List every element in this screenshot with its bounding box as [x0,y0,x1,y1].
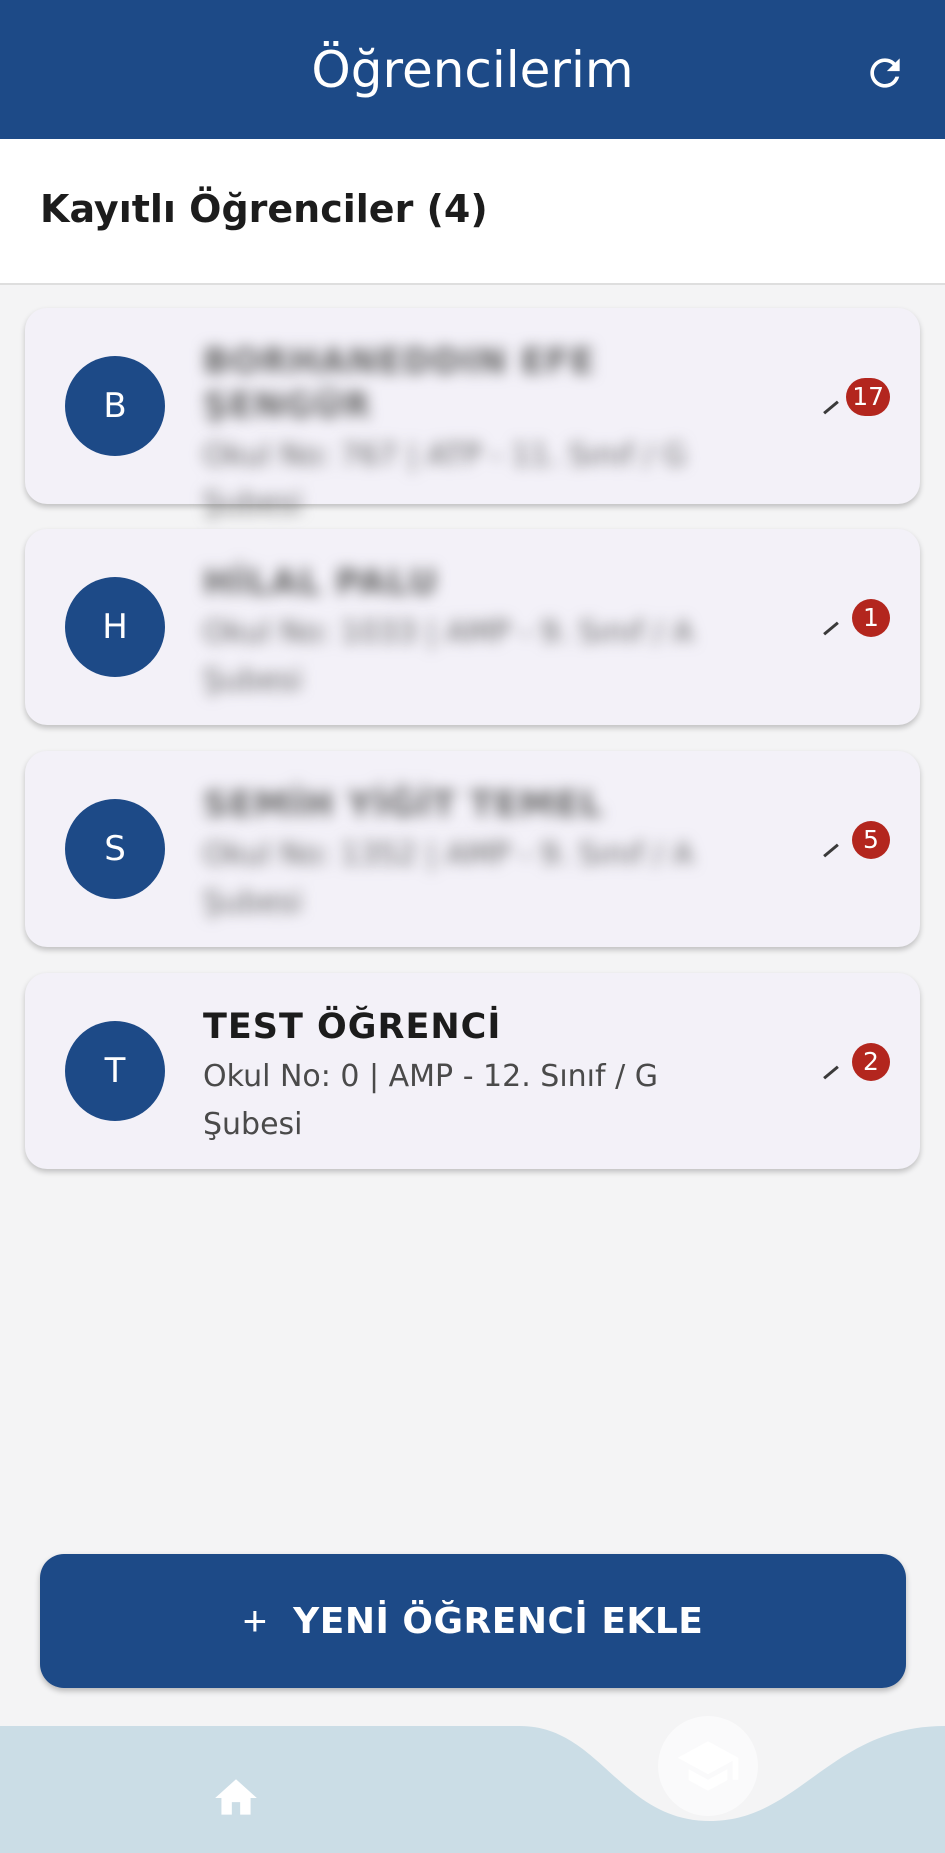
student-card[interactable]: B BORHANEDDIN EFE ŞENGÜR Okul No: 767 | … [25,308,920,521]
student-detail-line2: Şubesi [203,885,303,920]
bottom-navigation [0,1726,945,1853]
avatar: T [65,1021,165,1121]
student-info: HİLAL PALU Okul No: 1033 | AMP - 9. Sını… [203,555,763,705]
chat-icon[interactable]: 2 [820,1043,890,1093]
student-detail: Okul No: 1033 | AMP - 9. Sınıf / A Şubes… [203,609,763,705]
unread-badge: 2 [852,1043,890,1081]
chat-tail-icon [823,1065,839,1080]
student-info: TEST ÖĞRENCİ Okul No: 0 | AMP - 12. Sını… [203,999,763,1149]
add-student-button[interactable]: + YENİ ÖĞRENCİ EKLE [40,1554,906,1688]
student-card[interactable]: T TEST ÖĞRENCİ Okul No: 0 | AMP - 12. Sı… [25,973,920,1169]
list-header: Kayıtlı Öğrenciler (4) [0,139,945,285]
refresh-button[interactable] [855,43,915,103]
app-bar: Öğrencilerim [0,0,945,139]
unread-badge: 17 [846,378,890,416]
chat-icon[interactable]: 17 [820,378,890,428]
student-name: SEMİH YİĞİT TEMEL [203,785,604,825]
avatar: B [65,356,165,456]
chat-icon[interactable]: 1 [820,599,890,649]
chat-tail-icon [823,843,839,858]
student-detail-line1: Okul No: 1033 | AMP - 9. Sınıf / A [203,615,694,650]
nav-home[interactable] [210,1773,262,1823]
unread-badge: 5 [852,821,890,859]
student-name: TEST ÖĞRENCİ [203,1007,502,1047]
student-detail-line2: Şubesi [203,1107,303,1142]
refresh-icon [870,58,900,88]
student-info: BORHANEDDIN EFE ŞENGÜR Okul No: 767 | AT… [203,334,763,528]
student-detail-line1: Okul No: 1352 | AMP - 9. Sınıf / A [203,837,694,872]
page-title: Öğrencilerim [311,41,634,99]
avatar: H [65,577,165,677]
student-detail: Okul No: 0 | AMP - 12. Sınıf / G Şubesi [203,1053,763,1149]
home-icon [215,1779,257,1815]
plus-icon: + [242,1597,268,1644]
student-detail-line1: Okul No: 0 | AMP - 12. Sınıf / G [203,1059,659,1094]
unread-badge: 1 [852,599,890,637]
student-card[interactable]: H HİLAL PALU Okul No: 1033 | AMP - 9. Sı… [25,529,920,725]
student-name: HİLAL PALU [203,563,439,603]
student-name: BORHANEDDIN EFE ŞENGÜR [203,342,596,426]
add-student-label: YENİ ÖĞRENCİ EKLE [293,1600,704,1642]
chat-tail-icon [823,621,839,636]
chat-tail-icon [823,400,839,415]
student-detail: Okul No: 1352 | AMP - 9. Sınıf / A Şubes… [203,831,763,927]
student-detail: Okul No: 767 | ATP - 11. Sınıf / G Şubes… [203,432,763,528]
chat-icon[interactable]: 5 [820,821,890,871]
avatar: S [65,799,165,899]
student-info: SEMİH YİĞİT TEMEL Okul No: 1352 | AMP - … [203,777,763,927]
student-card[interactable]: S SEMİH YİĞİT TEMEL Okul No: 1352 | AMP … [25,751,920,947]
registered-students-title: Kayıtlı Öğrenciler (4) [40,187,488,231]
student-detail-line2: Şubesi [203,663,303,698]
student-detail-line2: Şubesi [203,486,303,521]
graduation-cap-icon [677,1741,739,1791]
student-detail-line1: Okul No: 767 | ATP - 11. Sınıf / G [203,438,687,473]
